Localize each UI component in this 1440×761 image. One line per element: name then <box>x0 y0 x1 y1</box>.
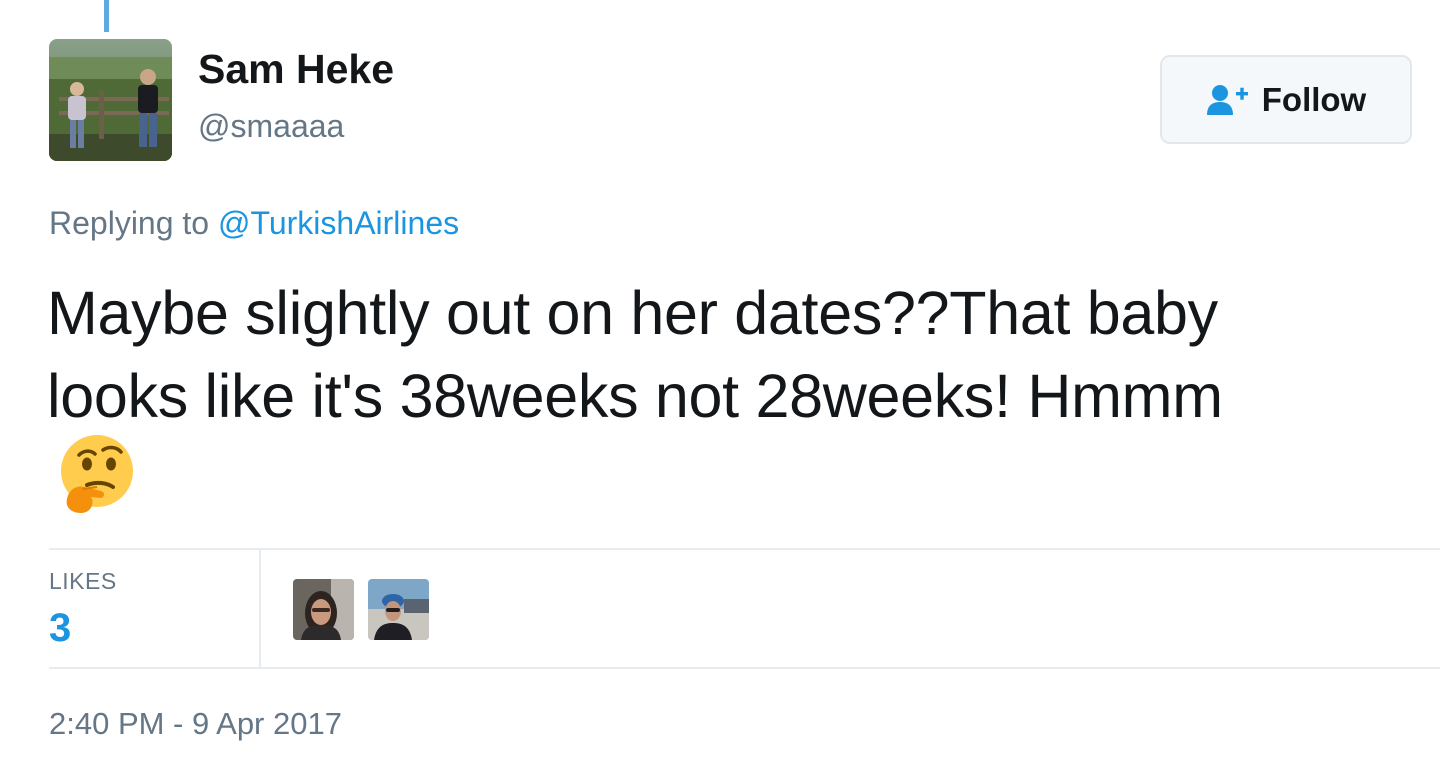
follow-button[interactable]: Follow <box>1160 55 1412 144</box>
thread-connector-line <box>104 0 109 32</box>
author-avatar[interactable] <box>49 39 172 161</box>
tweet-text: Maybe slightly out on her dates??That ba… <box>47 272 1427 438</box>
liker-avatar[interactable] <box>368 579 429 640</box>
author-handle[interactable]: @smaaaa <box>198 106 344 146</box>
tweet-text-line: looks like it's 38weeks not 28weeks! Hmm… <box>47 362 1223 430</box>
likes-label: LIKES <box>49 568 117 594</box>
thinking-face-icon <box>57 433 141 517</box>
tweet-timestamp[interactable]: 2:40 PM - 9 Apr 2017 <box>49 704 342 744</box>
add-user-icon <box>1206 83 1250 117</box>
avatar-photo <box>49 39 172 161</box>
reply-prefix: Replying to <box>49 205 210 241</box>
stats-bottom-divider <box>49 667 1440 669</box>
reply-mention-link[interactable]: @TurkishAirlines <box>218 205 459 241</box>
author-display-name[interactable]: Sam Heke <box>198 44 394 94</box>
tweet-text-line: Maybe slightly out on her dates??That ba… <box>47 279 1218 347</box>
follow-button-label: Follow <box>1261 80 1367 118</box>
likes-count[interactable]: 3 <box>49 604 71 652</box>
liker-avatar[interactable] <box>293 579 354 640</box>
stats-separator <box>259 549 261 668</box>
stats-top-divider <box>49 548 1440 550</box>
reply-context: Replying to @TurkishAirlines <box>49 201 459 245</box>
